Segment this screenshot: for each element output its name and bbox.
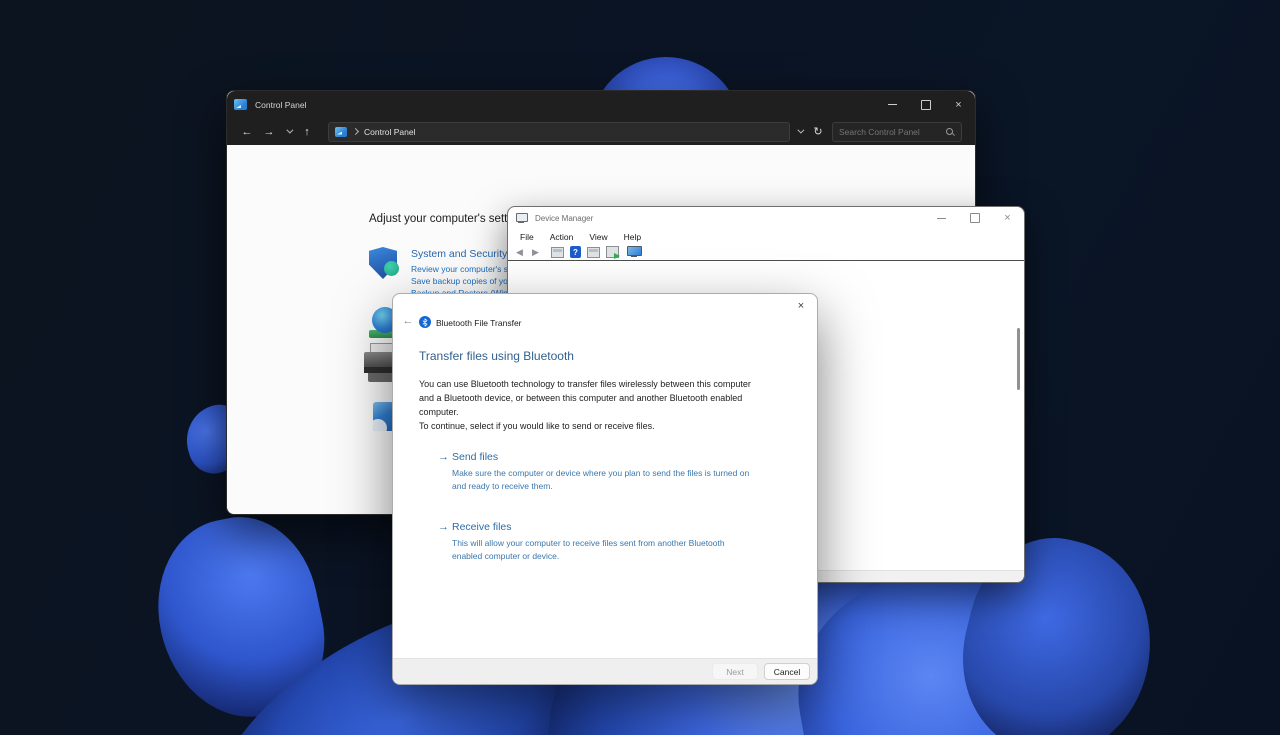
- bluetooth-icon: [419, 316, 431, 328]
- up-icon[interactable]: ↑: [296, 126, 318, 138]
- device-manager-menubar: File Action View Help: [508, 229, 1024, 244]
- send-files-option[interactable]: Send files: [452, 451, 498, 463]
- search-input[interactable]: [839, 127, 945, 137]
- forward-icon[interactable]: →: [258, 126, 280, 138]
- back-icon[interactable]: ←: [400, 314, 416, 328]
- dialog-footer: Next Cancel: [393, 658, 817, 684]
- toolbar-help-icon[interactable]: ?: [570, 246, 581, 258]
- menu-help[interactable]: Help: [616, 232, 649, 242]
- refresh-icon[interactable]: ↻: [808, 125, 828, 138]
- toolbar-properties-icon[interactable]: [587, 247, 600, 258]
- dialog-title: Bluetooth File Transfer: [436, 318, 522, 328]
- toolbar-scan-hardware-icon[interactable]: [606, 246, 619, 258]
- breadcrumb[interactable]: Control Panel: [364, 127, 416, 137]
- close-button[interactable]: ×: [991, 207, 1024, 229]
- close-button[interactable]: ×: [942, 91, 975, 118]
- maximize-button[interactable]: [958, 207, 991, 229]
- toolbar-forward-icon[interactable]: ▶: [529, 247, 542, 258]
- window-title: Device Manager: [535, 214, 593, 223]
- breadcrumb-chevron-icon: [352, 128, 359, 135]
- menu-file[interactable]: File: [512, 232, 542, 242]
- device-manager-icon: [516, 213, 528, 223]
- next-button[interactable]: Next: [712, 663, 758, 680]
- receive-files-option[interactable]: Receive files: [452, 521, 512, 533]
- search-icon[interactable]: [945, 127, 955, 137]
- control-panel-icon: [335, 127, 347, 137]
- minimize-button[interactable]: [925, 207, 958, 229]
- control-panel-titlebar[interactable]: Control Panel ×: [227, 91, 975, 118]
- wizard-heading: Transfer files using Bluetooth: [419, 349, 574, 363]
- close-icon[interactable]: ×: [792, 298, 810, 314]
- receive-files-arrow-icon: →: [438, 521, 449, 533]
- window-title: Control Panel: [255, 100, 307, 110]
- toolbar-show-window-icon[interactable]: [551, 247, 564, 258]
- address-dropdown-icon[interactable]: [790, 118, 808, 145]
- cancel-button[interactable]: Cancel: [764, 663, 810, 680]
- recent-pages-chevron-icon[interactable]: [280, 129, 296, 134]
- device-manager-titlebar[interactable]: Device Manager ×: [508, 207, 1024, 229]
- page-title: Adjust your computer's settings: [369, 213, 528, 225]
- back-icon[interactable]: ←: [236, 126, 258, 138]
- receive-files-description: This will allow your computer to receive…: [452, 537, 752, 563]
- toolbar-computer-icon[interactable]: [627, 246, 641, 258]
- search-box[interactable]: [832, 122, 962, 142]
- address-bar[interactable]: Control Panel: [328, 122, 790, 142]
- scrollbar-thumb[interactable]: [1017, 328, 1020, 390]
- menu-action[interactable]: Action: [542, 232, 582, 242]
- system-security-icon[interactable]: [369, 247, 397, 279]
- category-system-security[interactable]: System and Security: [411, 248, 507, 260]
- minimize-button[interactable]: [876, 91, 909, 118]
- device-manager-toolbar: ◀ ▶ ?: [508, 244, 1024, 260]
- menu-view[interactable]: View: [581, 232, 615, 242]
- prompt-text: To continue, select if you would like to…: [419, 420, 753, 434]
- bluetooth-file-transfer-dialog: × ← Bluetooth File Transfer Transfer fil…: [392, 293, 818, 685]
- maximize-button[interactable]: [909, 91, 942, 118]
- control-panel-navbar: ← → ↑ Control Panel ↻: [227, 118, 975, 145]
- desktop: Control Panel × ← → ↑ Control Panel ↻: [0, 0, 1280, 735]
- toolbar-back-icon[interactable]: ◀: [513, 247, 526, 258]
- send-files-arrow-icon: →: [438, 451, 449, 463]
- intro-text: You can use Bluetooth technology to tran…: [419, 378, 753, 420]
- send-files-description: Make sure the computer or device where y…: [452, 467, 752, 493]
- control-panel-icon: [234, 99, 247, 110]
